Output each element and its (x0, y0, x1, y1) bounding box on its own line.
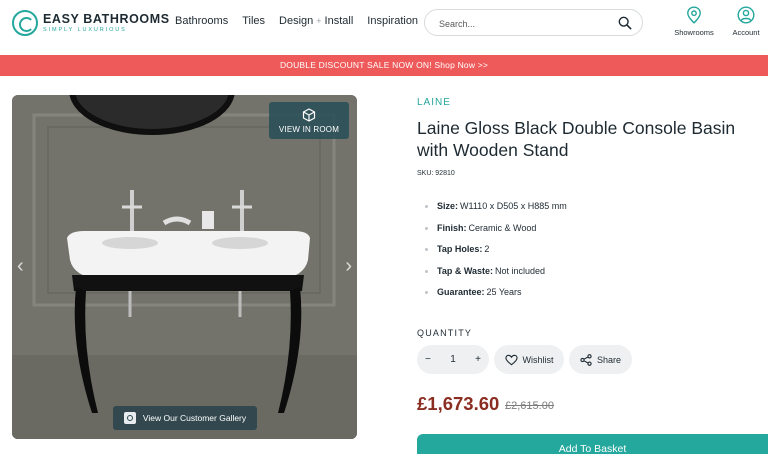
spec-item: Tap & Waste: Not included (425, 266, 567, 288)
showrooms-label: Showrooms (674, 28, 714, 37)
spec-item: Size: W1110 x D505 x H885 mm (425, 201, 567, 223)
spec-item: Tap Holes: 2 (425, 244, 567, 266)
spec-value: Not included (495, 265, 546, 276)
logo-name: EASY BATHROOMS (43, 11, 170, 26)
nav-design-install[interactable]: Design + Install (279, 15, 353, 27)
spec-label: Guarantee: (437, 287, 485, 297)
main-nav: Bathrooms Tiles Design + Install Inspirati… (175, 15, 432, 27)
spec-item: Guarantee: 25 Years (425, 287, 567, 309)
bullet-icon (425, 205, 428, 208)
search-input[interactable] (439, 16, 609, 31)
spec-value: Ceramic & Wood (468, 222, 537, 233)
heart-icon (504, 354, 518, 365)
user-icon (737, 6, 755, 24)
logo-tagline: SIMPLY LUXURIOUS (43, 27, 127, 33)
gallery-next-arrow-icon[interactable]: › (345, 255, 352, 278)
site-logo[interactable]: EASY BATHROOMS SIMPLY LUXURIOUS (12, 9, 169, 37)
promo-banner[interactable]: DOUBLE DISCOUNT SALE NOW ON! Shop Now >> (0, 55, 768, 76)
wishlist-button[interactable]: Wishlist (494, 345, 564, 374)
bullet-icon (425, 248, 428, 251)
bullet-icon (425, 269, 428, 273)
nav-design: Design (279, 15, 314, 27)
product-image-gallery[interactable]: VIEW IN ROOM ‹ › View Our Customer Galle… (12, 95, 357, 439)
quantity-stepper: − 1 + (417, 345, 489, 374)
location-pin-icon (687, 6, 701, 24)
view-in-room-label: VIEW IN ROOM (278, 125, 340, 134)
spec-label: Tap & Waste: (437, 265, 494, 276)
current-price: £1,673.60 (417, 393, 500, 414)
nav-tiles[interactable]: Tiles (242, 15, 265, 27)
wishlist-label: Wishlist (522, 354, 554, 365)
account-label: Account (732, 28, 760, 37)
product-title: Laine Gloss Black Double Console Basin w… (417, 118, 736, 160)
showrooms-link[interactable]: Showrooms (669, 6, 719, 37)
bullet-icon (425, 226, 428, 230)
account-link[interactable]: Account (721, 6, 768, 37)
share-label: Share (596, 354, 622, 365)
nav-inspiration[interactable]: Inspiration (367, 15, 418, 27)
quantity-value[interactable]: 1 (450, 354, 456, 365)
logo-mark-icon (12, 10, 38, 36)
spec-label: Size: (437, 201, 459, 211)
nav-install: Install (324, 15, 354, 27)
spec-value: 25 Years (486, 287, 522, 297)
customer-gallery-label: View Our Customer Gallery (142, 413, 247, 423)
add-to-basket-button[interactable]: Add To Basket (417, 434, 768, 454)
share-button[interactable]: Share (569, 345, 632, 374)
was-price: £2,615.00 (505, 400, 554, 412)
product-specs: Size: W1110 x D505 x H885 mm Finish: Ceram… (425, 201, 567, 309)
quantity-label: QUANTITY (417, 328, 473, 338)
site-header: EASY BATHROOMS SIMPLY LUXURIOUS Bathroom… (0, 0, 768, 55)
spec-label: Tap Holes: (437, 244, 483, 254)
nav-separator: + (316, 16, 322, 26)
product-sku: SKU: 92810 (417, 170, 455, 177)
spec-value: W1110 x D505 x H885 mm (460, 201, 567, 211)
spec-item: Finish: Ceramic & Wood (425, 223, 567, 245)
share-icon (580, 353, 592, 366)
cube-icon (302, 108, 316, 122)
quantity-decrease-button[interactable]: − (425, 354, 431, 365)
product-brand[interactable]: LAINE (417, 97, 451, 108)
spec-value: 2 (484, 244, 490, 254)
search-box (424, 9, 643, 36)
bullet-icon (425, 291, 428, 294)
camera-icon (123, 412, 136, 424)
product-image (12, 95, 357, 439)
quantity-increase-button[interactable]: + (475, 354, 481, 365)
nav-bathrooms[interactable]: Bathrooms (175, 15, 228, 27)
customer-gallery-button[interactable]: View Our Customer Gallery (113, 406, 257, 430)
spec-label: Finish: (437, 222, 467, 233)
search-icon[interactable] (618, 16, 632, 30)
view-in-room-button[interactable]: VIEW IN ROOM (269, 102, 349, 139)
gallery-prev-arrow-icon[interactable]: ‹ (17, 255, 24, 278)
